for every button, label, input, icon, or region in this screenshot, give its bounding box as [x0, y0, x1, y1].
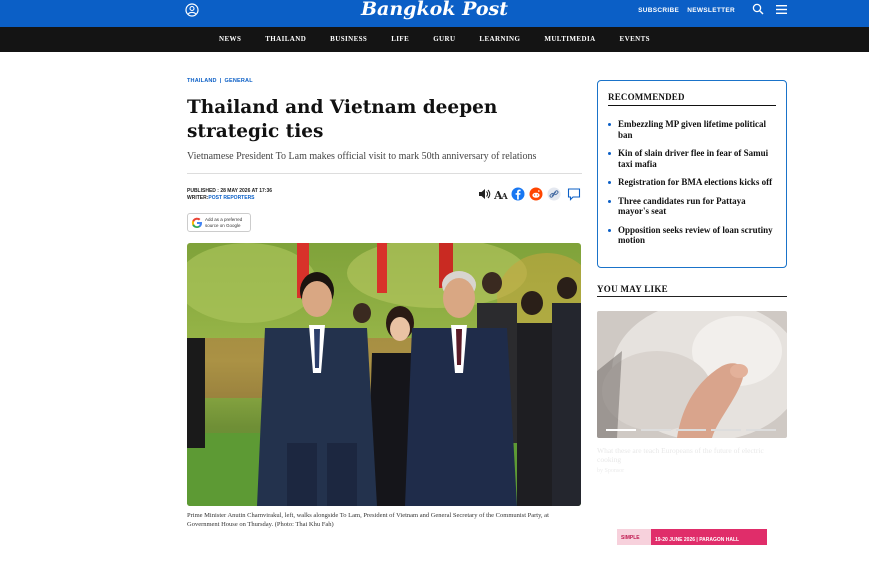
divider — [187, 173, 582, 174]
carousel-dot-active[interactable] — [606, 429, 636, 431]
recommended-item[interactable]: Opposition seeks review of loan scrutiny… — [608, 225, 778, 246]
carousel-indicators — [606, 429, 781, 432]
you-may-like-title: YOU MAY LIKE — [597, 284, 668, 294]
breadcrumb: THAILAND | GENERAL — [187, 78, 253, 84]
article-headline: Thailand and Vietnam deepen strategic ti… — [187, 97, 498, 142]
banner-ad[interactable]: SIMPLE 19-20 JUNE 2026 | PARAGON HALL — [617, 529, 767, 545]
ad-graphic: SIMPLE 19-20 JUNE 2026 | PARAGON HALL — [617, 529, 767, 545]
photo-caption: Prime Minister Anutin Charnvirakul, left… — [187, 512, 549, 528]
recommended-rule — [608, 105, 776, 106]
nav-business[interactable]: BUSINESS — [330, 35, 367, 43]
recommended-item[interactable]: Three candidates run for Pattaya mayor's… — [608, 196, 778, 217]
you-may-like-rule — [597, 296, 787, 297]
breadcrumb-thailand[interactable]: THAILAND — [187, 78, 217, 84]
svg-text:A: A — [501, 191, 509, 201]
sponsored-photo — [597, 311, 787, 438]
recommended-item[interactable]: Registration for BMA elections kicks off — [608, 177, 778, 188]
copy-link-icon[interactable] — [547, 187, 561, 201]
top-bar: Bangkok Post SUBSCRIBE NEWSLETTER — [0, 0, 869, 27]
nav-guru[interactable]: GURU — [433, 35, 455, 43]
svg-text:SIMPLE: SIMPLE — [621, 535, 640, 541]
search-icon[interactable] — [752, 3, 764, 15]
font-size-icon[interactable]: A A — [494, 187, 508, 201]
nav-events[interactable]: EVENTS — [620, 35, 650, 43]
nav-multimedia[interactable]: MULTIMEDIA — [544, 35, 595, 43]
recommended-item[interactable]: Kin of slain driver flee in fear of Samu… — [608, 148, 778, 169]
audio-speaker-icon[interactable] — [477, 187, 491, 201]
recommended-list: Embezzling MP given lifetime political b… — [608, 119, 778, 254]
carousel-dot[interactable] — [641, 429, 671, 431]
site-logo[interactable]: Bangkok Post — [0, 0, 869, 20]
article-subhead: Vietnamese President To Lam makes offici… — [187, 151, 537, 162]
nav-life[interactable]: LIFE — [391, 35, 409, 43]
writer-label: WRITER: — [187, 195, 209, 201]
bullet-icon — [608, 152, 611, 155]
article-meta: PUBLISHED : 28 MAY 2026 AT 17:36 WRITER:… — [187, 188, 272, 202]
article-photo — [187, 243, 581, 506]
bullet-icon — [608, 181, 611, 184]
nav-learning[interactable]: LEARNING — [479, 35, 520, 43]
sponsored-image[interactable] — [597, 311, 787, 438]
breadcrumb-general[interactable]: GENERAL — [224, 78, 252, 84]
bullet-icon — [608, 199, 611, 203]
reddit-icon[interactable] — [529, 187, 543, 201]
sponsored-headline[interactable]: What these are teach Europeans of the fu… — [597, 446, 787, 464]
recommended-title: RECOMMENDED — [608, 92, 685, 102]
main-nav: NEWS THAILAND BUSINESS LIFE GURU LEARNIN… — [0, 27, 869, 52]
bullet-icon — [608, 123, 611, 126]
published-date: PUBLISHED : 28 MAY 2026 AT 17:36 — [187, 188, 273, 194]
carousel-dot[interactable] — [711, 429, 741, 431]
bullet-icon — [608, 228, 611, 232]
breadcrumb-separator: | — [219, 78, 222, 84]
sponsored-source: by Sponsor — [597, 468, 625, 474]
nav-thailand[interactable]: THAILAND — [265, 35, 306, 43]
writer-link[interactable]: POST REPORTERS — [208, 195, 254, 201]
subscribe-link[interactable]: SUBSCRIBE — [638, 7, 679, 14]
carousel-dot[interactable] — [746, 429, 776, 431]
google-preferred-source-button[interactable]: Add as a preferred source on Google — [187, 213, 251, 232]
newsletter-link[interactable]: NEWSLETTER — [687, 7, 735, 14]
hamburger-menu-icon[interactable] — [776, 4, 788, 15]
carousel-dot[interactable] — [676, 429, 706, 431]
facebook-icon[interactable] — [511, 187, 525, 201]
google-badge-text: Add as a preferred source on Google — [205, 217, 243, 228]
photo-illustration — [187, 243, 581, 506]
nav-news[interactable]: NEWS — [219, 35, 241, 43]
google-logo-icon — [191, 217, 202, 228]
recommended-box: RECOMMENDED Embezzling MP given lifetime… — [597, 80, 787, 268]
comment-icon[interactable] — [567, 187, 581, 201]
svg-text:19-20 JUNE 2026 | PARAGON HALL: 19-20 JUNE 2026 | PARAGON HALL — [655, 537, 739, 543]
recommended-item[interactable]: Embezzling MP given lifetime political b… — [608, 119, 778, 140]
